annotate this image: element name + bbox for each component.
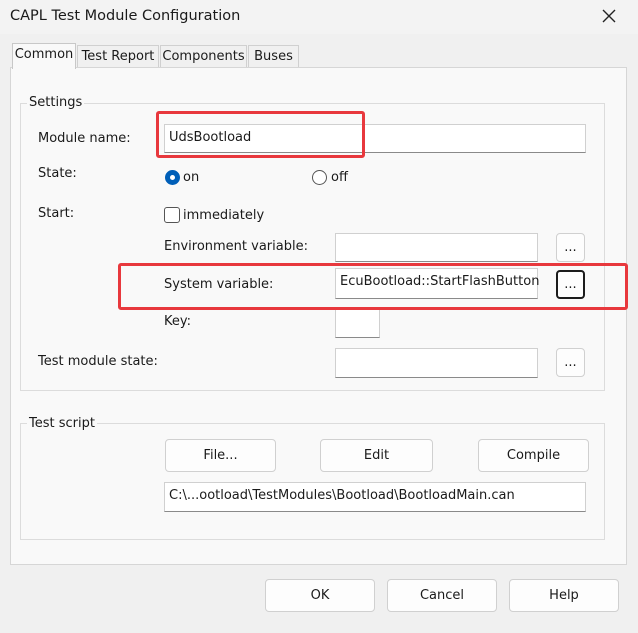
tab-common[interactable]: Common xyxy=(12,43,76,69)
edit-button[interactable]: Edit xyxy=(320,439,433,472)
tab-label: Test Report xyxy=(81,49,155,64)
button-label: Cancel xyxy=(419,588,465,603)
button-label: Help xyxy=(549,588,579,603)
button-label: OK xyxy=(310,588,330,603)
script-path-field[interactable]: C:\...ootload\TestModules\Bootload\Bootl… xyxy=(164,482,586,512)
environment-variable-browse-button[interactable]: ... xyxy=(556,233,585,262)
tab-label: Buses xyxy=(254,49,293,64)
key-input[interactable] xyxy=(335,308,380,338)
test-module-state-browse-button[interactable]: ... xyxy=(556,348,585,377)
help-button[interactable]: Help xyxy=(509,579,619,612)
cancel-button[interactable]: Cancel xyxy=(387,579,497,612)
button-label: ... xyxy=(564,355,577,370)
close-icon[interactable] xyxy=(598,5,620,27)
dialog-window: CAPL Test Module Configuration Common Te… xyxy=(0,0,638,633)
file-button[interactable]: File... xyxy=(165,439,276,472)
button-label: Edit xyxy=(363,448,390,463)
tab-test-report[interactable]: Test Report xyxy=(77,45,159,67)
environment-variable-label: Environment variable: xyxy=(164,239,308,254)
test-script-group-label: Test script xyxy=(27,416,97,431)
annotation-highlight-module-name xyxy=(156,111,365,158)
state-off-label: off xyxy=(331,170,348,185)
state-off-radio[interactable] xyxy=(312,170,327,185)
annotation-highlight-system-variable xyxy=(118,263,628,310)
state-on-radio[interactable] xyxy=(165,170,180,185)
tab-components[interactable]: Components xyxy=(160,45,247,67)
state-label: State: xyxy=(38,166,77,181)
state-on-label: on xyxy=(183,170,200,185)
script-path-value: C:\...ootload\TestModules\Bootload\Bootl… xyxy=(169,488,515,503)
window-title: CAPL Test Module Configuration xyxy=(10,8,241,24)
module-name-label: Module name: xyxy=(38,131,131,146)
tab-buses[interactable]: Buses xyxy=(248,45,299,67)
button-label: ... xyxy=(564,240,577,255)
test-module-state-input[interactable] xyxy=(335,348,538,378)
start-label: Start: xyxy=(38,206,75,221)
tab-label: Components xyxy=(162,49,245,64)
test-module-state-label: Test module state: xyxy=(38,354,158,369)
environment-variable-input[interactable] xyxy=(335,233,538,262)
tab-label: Common xyxy=(14,47,74,62)
ok-button[interactable]: OK xyxy=(265,579,375,612)
settings-group-label: Settings xyxy=(27,95,85,110)
button-label: Compile xyxy=(506,448,561,463)
button-label: File... xyxy=(203,448,238,463)
compile-button[interactable]: Compile xyxy=(478,439,589,472)
immediately-label: immediately xyxy=(183,208,265,223)
key-label: Key: xyxy=(164,314,192,329)
immediately-checkbox[interactable] xyxy=(164,207,180,223)
